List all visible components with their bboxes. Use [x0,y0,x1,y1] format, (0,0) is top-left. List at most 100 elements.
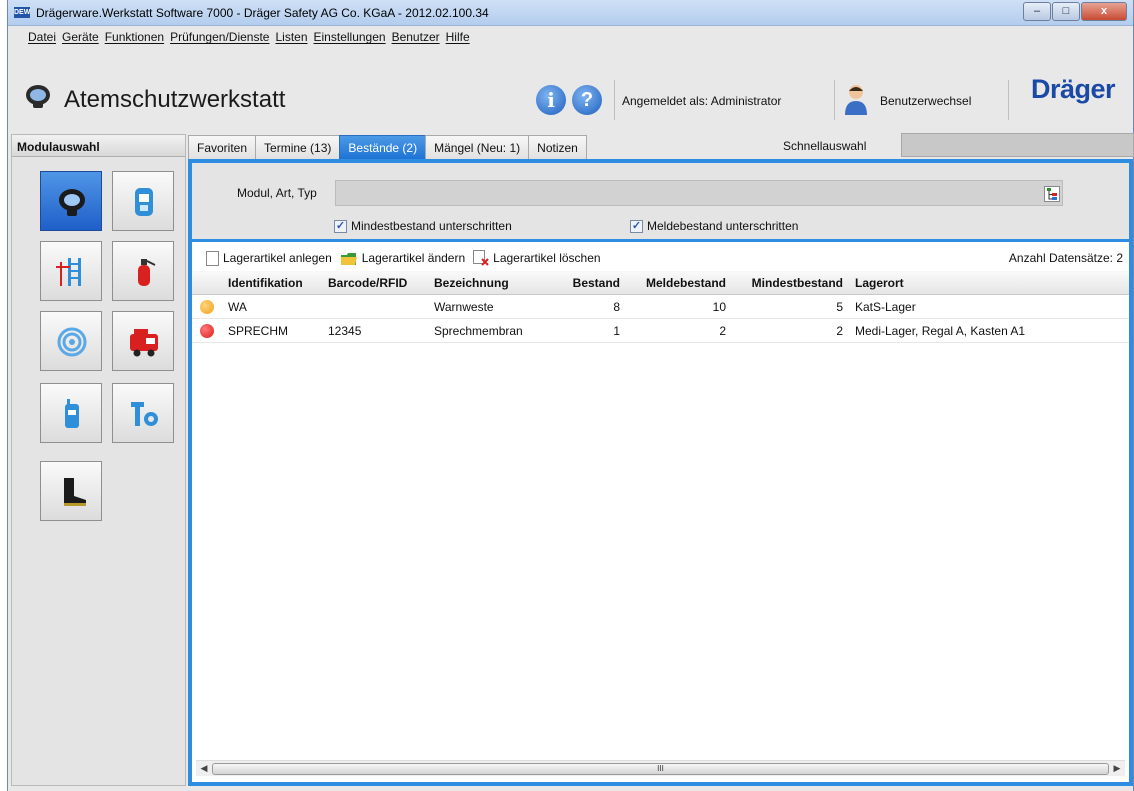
menu-hilfe[interactable]: Hilfe [446,30,470,44]
status-warning-icon [200,299,214,314]
cell-min-stock: 5 [836,299,843,314]
module-extinguishers[interactable] [112,241,174,301]
maximize-button[interactable]: □ [1052,2,1080,21]
hose-icon [57,327,87,357]
create-item-label: Lagerartikel anlegen [223,251,332,265]
edit-item-label: Lagerartikel ändern [361,251,466,265]
stock-table: Identifikation Barcode/RFID Bezeichnung … [192,271,1129,343]
report-stock-label: Meldebestand unterschritten [647,219,799,233]
module-radio[interactable] [40,383,102,443]
close-button[interactable]: x [1081,2,1127,21]
checkmark-icon: ✓ [630,219,643,233]
delete-item-button[interactable]: Lagerartikel löschen [473,250,601,266]
cell-location: Medi-Lager, Regal A, Kasten A1 [855,323,1026,338]
scroll-right-icon[interactable]: ▶ [1109,763,1125,774]
module-breathing-protection[interactable] [40,171,102,231]
scroll-left-icon[interactable]: ◀ [196,763,212,774]
module-type-field[interactable] [335,180,1063,206]
menu-datei[interactable]: Datei [28,30,56,44]
quickselect-input[interactable] [901,133,1134,157]
divider [834,80,835,120]
help-icon[interactable]: ? [572,85,602,115]
folder-edit-icon [340,252,357,265]
report-stock-checkbox[interactable]: ✓ Meldebestand unterschritten [630,219,798,233]
edit-item-button[interactable]: Lagerartikel ändern [340,251,465,266]
min-stock-checkbox[interactable]: ✓ Mindestbestand unterschritten [334,219,512,233]
cell-stock: 8 [613,299,620,314]
delete-item-label: Lagerartikel löschen [493,251,601,265]
column-header[interactable]: Identifikation [222,276,322,290]
tab-bestaende[interactable]: Bestände (2) [339,135,427,159]
record-count: Anzahl Datensätze: 2 [1008,251,1123,265]
tab-notizen[interactable]: Notizen [528,135,587,159]
create-item-button[interactable]: Lagerartikel anlegen [206,250,332,266]
module-protective-clothing[interactable] [40,461,102,521]
window-title: Drägerware.Werkstatt Software 7000 - Drä… [36,5,489,20]
tab-favoriten[interactable]: Favoriten [188,135,257,159]
cell-name: Warnweste [434,299,494,314]
module-tools[interactable] [112,383,174,443]
ladder-icon [56,258,81,286]
app-icon: DEW [14,7,31,18]
delete-document-icon [473,250,489,266]
cell-name: Sprechmembran [434,323,523,338]
table-row[interactable]: WA Warnweste 8 10 5 KatS-Lager [192,295,1129,319]
module-measuring-devices[interactable] [112,171,174,231]
logged-in-label: Angemeldet als: Administrator [622,94,782,108]
menu-einstellungen[interactable]: Einstellungen [314,30,386,44]
tab-maengel[interactable]: Mängel (Neu: 1) [425,135,530,159]
switch-user-button[interactable]: Benutzerwechsel [880,94,971,108]
table-header: Identifikation Barcode/RFID Bezeichnung … [192,271,1129,295]
status-critical-icon [200,323,214,338]
menu-bar: Datei Geräte Funktionen Prüfungen/Dienst… [28,30,470,44]
cell-barcode: 12345 [328,323,362,338]
info-icon[interactable]: i [536,85,566,115]
page-title: Atemschutzwerkstatt [64,86,286,113]
scroll-thumb[interactable]: III [212,762,1109,775]
module-ladders[interactable] [40,241,102,301]
cell-location: KatS-Lager [855,299,916,314]
menu-geraete[interactable]: Geräte [62,30,99,44]
menu-pruefungen[interactable]: Prüfungen/Dienste [170,30,269,44]
cell-min-stock: 2 [836,323,843,338]
device-icon [135,188,153,216]
column-header[interactable]: Bezeichnung [428,276,568,290]
module-hoses[interactable] [40,311,102,371]
table-row[interactable]: SPRECHM 12345 Sprechmembran 1 2 2 Medi-L… [192,319,1129,343]
mask-icon [26,85,50,108]
stock-panel: Modul, Art, Typ ✓ Mindestbestand untersc… [188,159,1133,786]
menu-listen[interactable]: Listen [275,30,307,44]
app-header: Atemschutzwerkstatt i ? Angemeldet als: … [8,50,1133,122]
new-document-icon [206,250,219,266]
column-header[interactable]: Lagerort [849,276,1129,290]
vehicle-icon [130,329,158,357]
cell-stock: 1 [613,323,620,338]
minimize-button[interactable]: – [1023,2,1051,21]
cell-report-stock: 10 [712,299,726,314]
column-header[interactable]: Meldebestand [624,276,732,290]
filter-label: Modul, Art, Typ [237,186,317,200]
horizontal-scrollbar[interactable]: ◀ III ▶ [196,760,1125,776]
extinguisher-icon [138,259,156,286]
column-header[interactable]: Mindestbestand [732,276,849,290]
checkmark-icon: ✓ [334,219,347,233]
divider [614,80,615,120]
menu-funktionen[interactable]: Funktionen [105,30,164,44]
tree-icon [1047,188,1057,200]
quickselect-label: Schnellauswahl [783,139,867,153]
title-bar: DEW Drägerware.Werkstatt Software 7000 -… [8,0,1133,26]
grid-toolbar: Lagerartikel anlegen Lagerartikel ändern… [192,245,1129,271]
module-vehicles[interactable] [112,311,174,371]
column-header[interactable]: Bestand [568,276,624,290]
brand-logo: Dräger [1030,74,1116,104]
min-stock-label: Mindestbestand unterschritten [351,219,512,233]
app-window: DEW Drägerware.Werkstatt Software 7000 -… [7,0,1134,791]
tab-termine[interactable]: Termine (13) [255,135,341,159]
user-icon[interactable] [844,83,868,115]
tree-select-button[interactable] [1044,186,1060,202]
menu-benutzer[interactable]: Benutzer [392,30,440,44]
column-header[interactable]: Barcode/RFID [322,276,428,290]
module-sidebar: Modulauswahl [11,134,186,786]
mask-icon [59,189,85,216]
tools-icon [131,402,158,426]
